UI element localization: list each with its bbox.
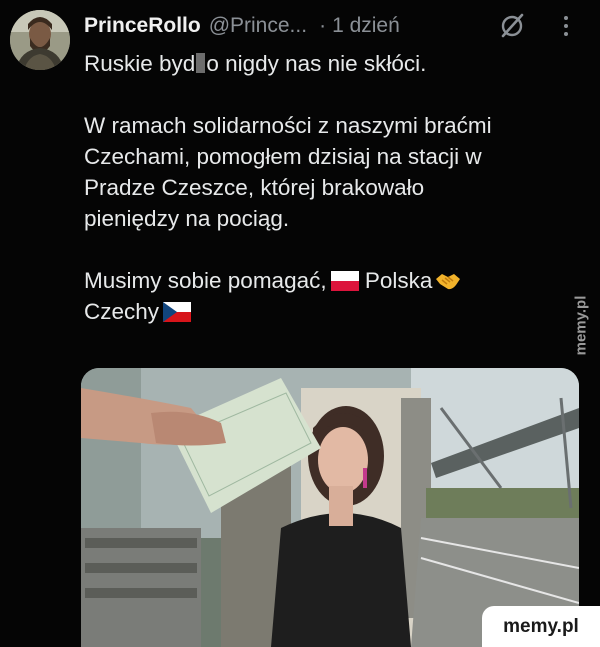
tweet-header: PrinceRollo @Prince... · 1 dzień <box>84 10 590 42</box>
profile-avatar[interactable] <box>10 10 70 70</box>
separator-dot: · <box>319 14 327 37</box>
memy-watermark-text: memy.pl <box>503 615 579 637</box>
tweet-line-3-text: Musimy sobie pomagać, <box>84 268 327 293</box>
poland-flag-icon <box>330 268 359 291</box>
tweet-line-1-start: Ruskie byd <box>84 51 196 76</box>
display-name[interactable]: PrinceRollo <box>84 14 201 38</box>
tweet-para-line: Czechami, pomogłem dzisiaj na stacji w <box>84 144 482 169</box>
tweet-line-1: Ruskie byd o nigdy nas nie skłóci. <box>84 48 524 79</box>
tweet-line-4-text: Czechy <box>84 299 160 324</box>
side-watermark: memy.pl <box>564 270 598 380</box>
tweet-line-3: Musimy sobie pomagać, Polska <box>84 265 524 296</box>
handshake-icon <box>434 269 462 293</box>
more-vertical-icon[interactable] <box>560 14 572 46</box>
post-time[interactable]: 1 dzień <box>332 14 400 38</box>
tweet-line-1-end: o nigdy nas nie skłóci. <box>206 51 427 76</box>
tweet-line-4: Czechy <box>84 296 524 327</box>
side-watermark-text: memy.pl <box>572 295 590 355</box>
czech-flag-icon <box>163 299 192 322</box>
tweet-para-line: Pradze Czeszce, której brakowało <box>84 175 425 200</box>
grok-slash-icon[interactable] <box>498 12 526 46</box>
tweet-para-line: pieniędzy na pociąg. <box>84 206 290 231</box>
memy-watermark: memy.pl <box>482 606 600 647</box>
tweet-para-line: W ramach solidarności z naszymi braćmi <box>84 113 492 138</box>
tweet-body: Ruskie byd o nigdy nas nie skłóci. W rama… <box>84 48 524 327</box>
censor-block <box>196 53 206 73</box>
tweet-line-3-country: Polska <box>364 268 433 293</box>
user-handle[interactable]: @Prince... <box>209 14 307 38</box>
